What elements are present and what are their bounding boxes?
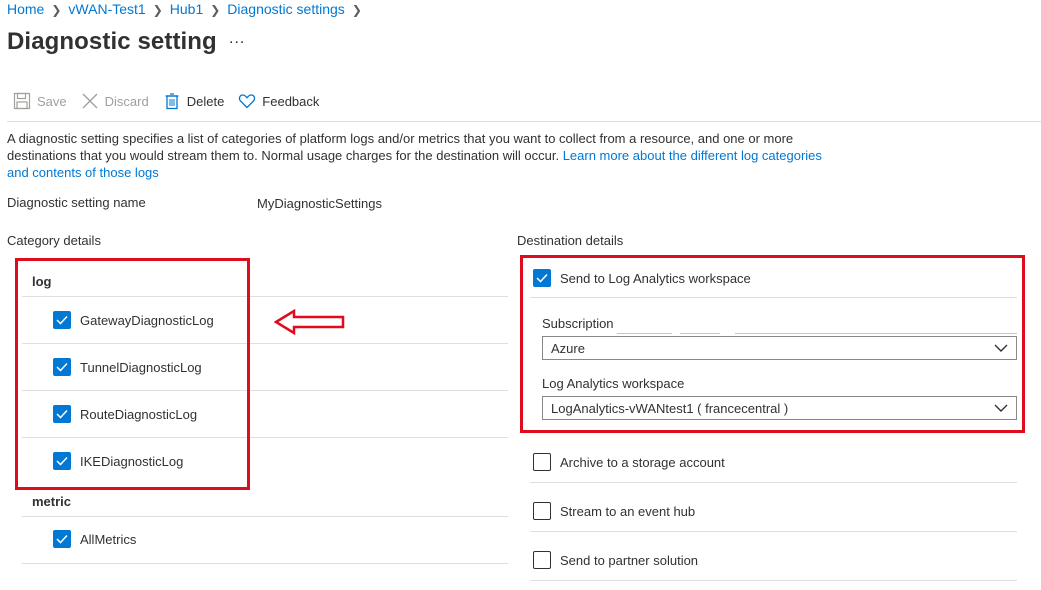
divider — [530, 531, 1017, 532]
discard-button[interactable]: Discard — [81, 92, 149, 110]
checkbox[interactable] — [533, 551, 551, 569]
delete-icon — [165, 93, 179, 110]
feedback-button[interactable]: Feedback — [238, 92, 319, 110]
checkbox[interactable] — [533, 453, 551, 471]
partner-solution-destination[interactable]: Send to partner solution — [533, 551, 698, 569]
divider — [530, 482, 1017, 483]
chevron-right-icon: ❯ — [51, 3, 62, 17]
divider — [22, 516, 508, 517]
more-options-button[interactable]: ... — [229, 30, 245, 48]
page-title: Diagnostic setting — [7, 28, 217, 55]
setting-name-label: Diagnostic setting name — [7, 195, 146, 210]
discard-icon — [82, 93, 98, 109]
destination-label: Archive to a storage account — [560, 454, 725, 470]
breadcrumb-hub[interactable]: Hub1 — [170, 1, 203, 17]
chevron-right-icon: ❯ — [152, 3, 163, 17]
delete-button[interactable]: Delete — [163, 92, 225, 110]
divider — [530, 580, 1017, 581]
highlight-box — [520, 255, 1025, 433]
breadcrumb-home[interactable]: Home — [7, 1, 44, 17]
highlight-box — [15, 258, 250, 490]
toolbar-divider — [7, 121, 1041, 122]
delete-label: Delete — [186, 93, 225, 109]
chevron-right-icon: ❯ — [351, 3, 362, 17]
checkbox[interactable] — [533, 502, 551, 520]
metric-group-title: metric — [32, 494, 72, 509]
command-bar: Save Discard Delete Feedback — [13, 90, 333, 112]
category-row[interactable]: AllMetrics — [53, 530, 136, 548]
category-label: AllMetrics — [80, 531, 137, 547]
description: A diagnostic setting specifies a list of… — [7, 130, 837, 181]
category-details-header: Category details — [7, 233, 101, 248]
save-button[interactable]: Save — [13, 92, 67, 110]
breadcrumb: Home ❯ vWAN-Test1 ❯ Hub1 ❯ Diagnostic settings… — [7, 1, 369, 17]
checkbox[interactable] — [53, 530, 71, 548]
event-hub-destination[interactable]: Stream to an event hub — [533, 502, 695, 520]
discard-label: Discard — [104, 93, 149, 109]
storage-destination[interactable]: Archive to a storage account — [533, 453, 725, 471]
chevron-right-icon: ❯ — [210, 3, 221, 17]
breadcrumb-diagnostic-settings[interactable]: Diagnostic settings — [227, 1, 345, 17]
feedback-icon — [239, 94, 256, 109]
divider — [22, 563, 508, 564]
destination-label: Stream to an event hub — [560, 503, 696, 519]
save-label: Save — [37, 93, 67, 109]
checkmark-icon — [56, 534, 68, 544]
feedback-label: Feedback — [262, 93, 320, 109]
setting-name-value: MyDiagnosticSettings — [257, 196, 382, 211]
destination-label: Send to partner solution — [560, 552, 699, 568]
arrow-left-icon — [274, 309, 345, 335]
breadcrumb-vwan[interactable]: vWAN-Test1 — [68, 1, 145, 17]
destination-details-header: Destination details — [517, 233, 624, 248]
save-icon — [13, 92, 31, 110]
